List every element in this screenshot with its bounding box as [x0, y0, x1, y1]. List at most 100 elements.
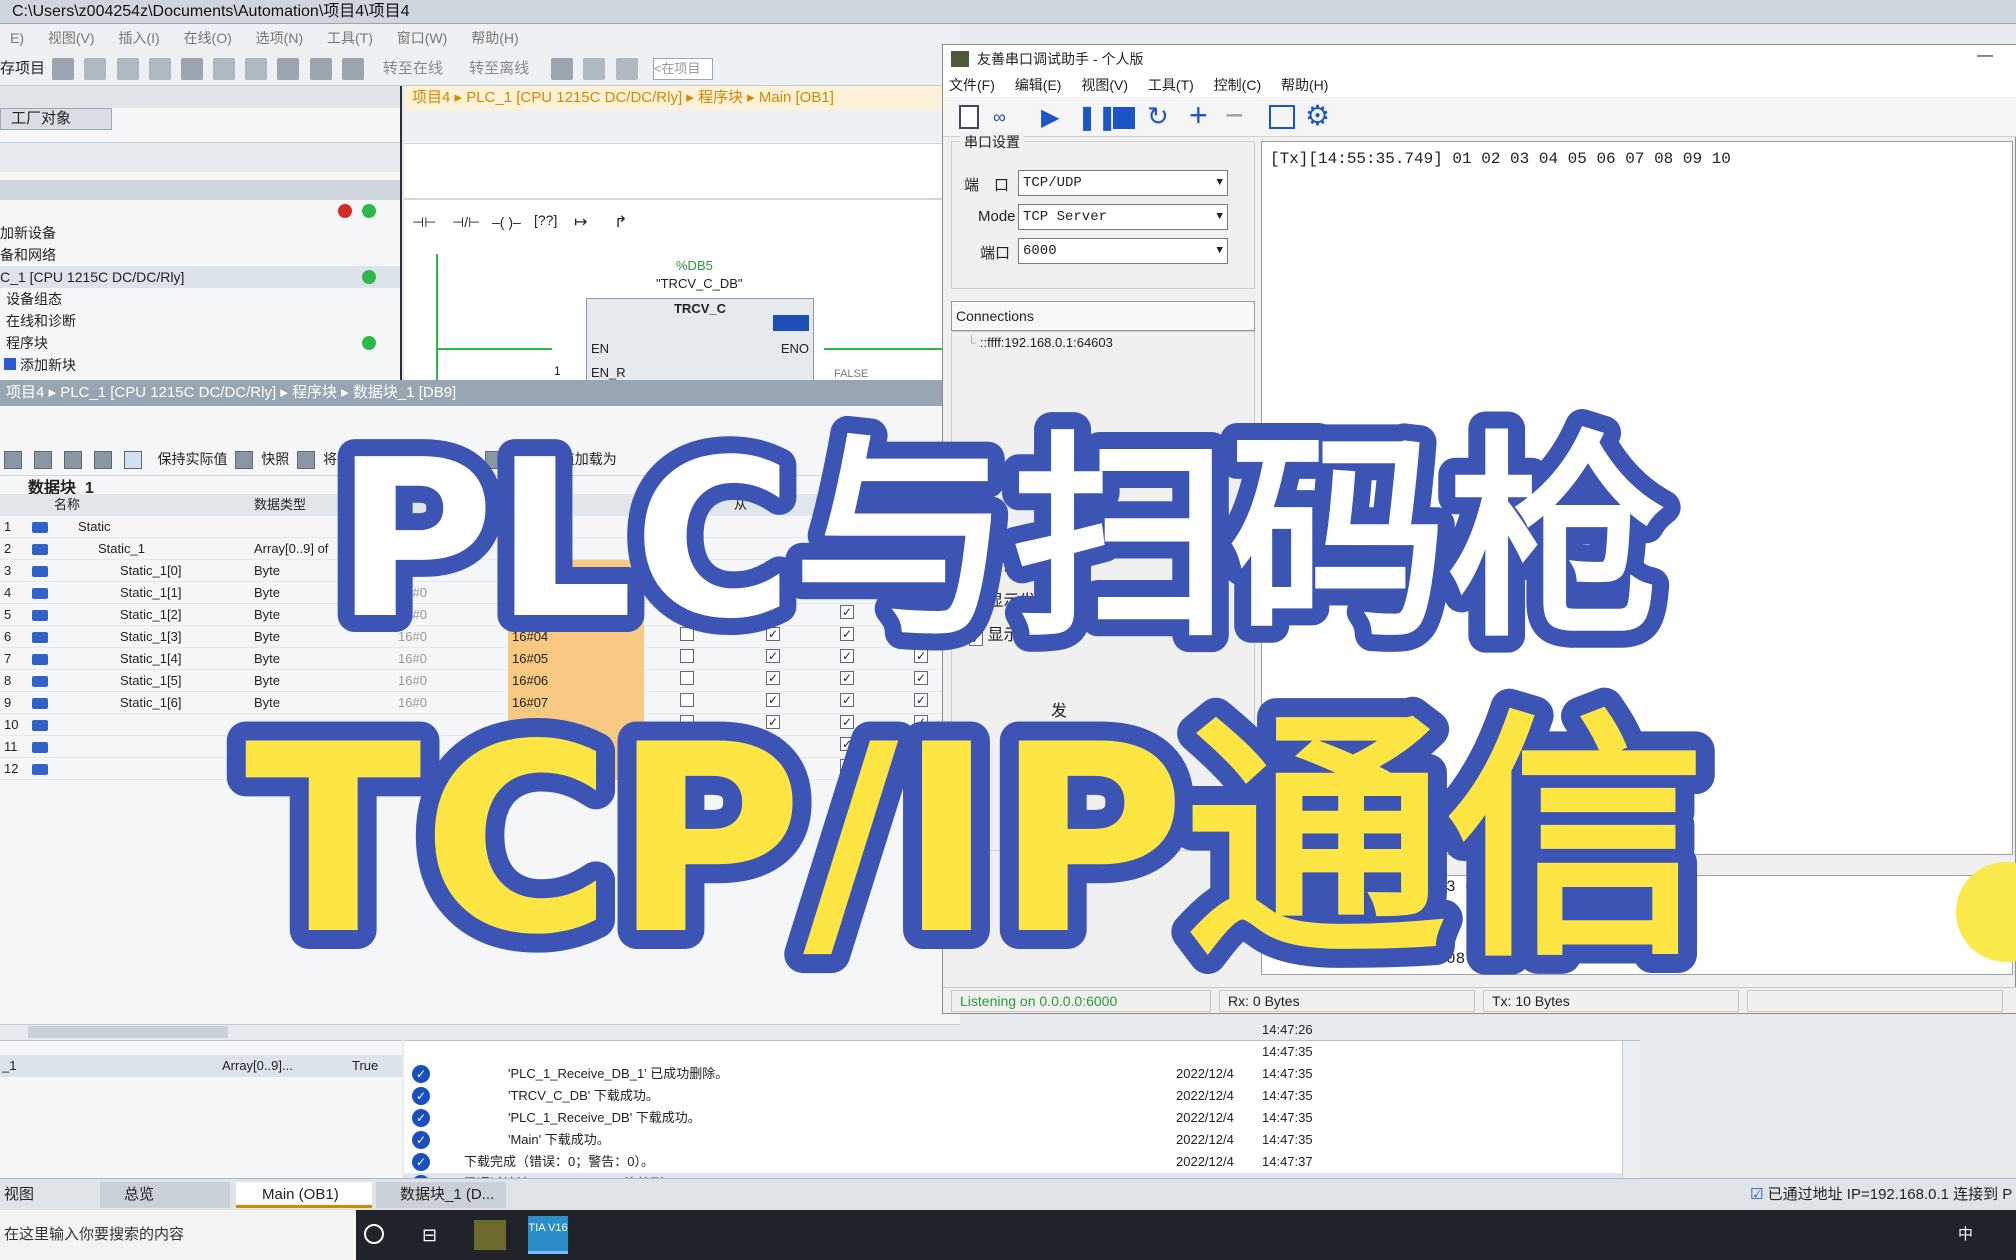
- opt-showtime[interactable]: 显示时间: [969, 621, 1051, 646]
- row-checkbox[interactable]: [766, 561, 780, 575]
- menu-edit[interactable]: E): [10, 30, 24, 46]
- snapshot-button[interactable]: 快照: [261, 451, 289, 467]
- row-checkbox[interactable]: [914, 649, 928, 663]
- pause-icon[interactable]: ❚❚: [1077, 103, 1117, 132]
- row-checkbox[interactable]: [914, 583, 928, 597]
- log-row[interactable]: 14:47:26: [404, 1019, 1640, 1041]
- menu-control[interactable]: 控制(C): [1214, 77, 1261, 93]
- go-online-button[interactable]: 转至在线: [383, 60, 443, 77]
- split-v-icon[interactable]: [615, 58, 638, 81]
- row-checkbox[interactable]: [914, 737, 928, 751]
- open-branch-icon[interactable]: ↦: [574, 212, 587, 232]
- table-row[interactable]: 4 Static_1[1] Byte 16#0: [0, 582, 960, 604]
- expand-icon[interactable]: [63, 451, 82, 470]
- log-row[interactable]: 14:47:35: [404, 1041, 1640, 1063]
- row-checkbox[interactable]: [766, 627, 780, 641]
- row-checkbox[interactable]: [766, 759, 780, 773]
- log-row[interactable]: ✓ 'TRCV_C_DB' 下载成功。 2022/12/4 14:47:35: [404, 1085, 1640, 1107]
- row-checkbox[interactable]: [766, 737, 780, 751]
- table-row[interactable]: 2 Static_1 Array[0..9] of: [0, 538, 960, 560]
- log-row[interactable]: ✓ 'PLC_1_Receive_DB' 下载成功。 2022/12/4 14:47:…: [404, 1107, 1640, 1129]
- table-row[interactable]: 10 16: [0, 714, 960, 736]
- row-checkbox[interactable]: [766, 649, 780, 663]
- table-row[interactable]: 8 Static_1[5] Byte 16#0 16#06: [0, 670, 960, 692]
- row-checkbox[interactable]: [680, 583, 694, 597]
- upload-icon[interactable]: [341, 58, 364, 81]
- save-project-button[interactable]: 存项目: [0, 60, 45, 77]
- row-checkbox[interactable]: [914, 759, 928, 773]
- cortana-icon[interactable]: [364, 1224, 384, 1244]
- row-checkbox[interactable]: [680, 737, 694, 751]
- coil-icon[interactable]: –( )–: [492, 214, 521, 230]
- collapse-icon[interactable]: [93, 451, 112, 470]
- showsend-checkbox[interactable]: [969, 598, 983, 612]
- tree-item-add-block[interactable]: 添加新块: [4, 354, 76, 376]
- row-checkbox[interactable]: [840, 561, 854, 575]
- undo-icon[interactable]: [213, 58, 236, 81]
- row-checkbox[interactable]: [766, 583, 780, 597]
- row-checkbox[interactable]: [680, 671, 694, 685]
- task-main[interactable]: Main (OB1): [236, 1182, 372, 1208]
- row-checkbox[interactable]: [680, 649, 694, 663]
- window-icon[interactable]: [1269, 105, 1295, 129]
- menu-view[interactable]: 视图(V): [48, 30, 95, 46]
- table-row[interactable]: 5 Static_1[2] Byte 16#0: [0, 604, 960, 626]
- log-row[interactable]: ✓ 'Main' 下载成功。 2022/12/4 14:47:35: [404, 1129, 1640, 1151]
- row-checkbox[interactable]: [840, 693, 854, 707]
- snapshot-icon[interactable]: [235, 451, 254, 470]
- col-name[interactable]: 名称: [54, 494, 80, 516]
- menu-view-s[interactable]: 视图(V): [1081, 77, 1128, 93]
- port-select[interactable]: TCP/UDP ▼: [1018, 170, 1228, 196]
- table-row[interactable]: 1 Static: [0, 516, 960, 538]
- menu-window[interactable]: 窗口(W): [397, 30, 448, 46]
- row-checkbox[interactable]: [680, 759, 694, 773]
- tree-item-devices-networks[interactable]: 备和网络: [0, 244, 56, 266]
- row-checkbox[interactable]: [840, 583, 854, 597]
- portal-view-button[interactable]: 视图: [4, 1179, 34, 1211]
- row-checkbox[interactable]: [680, 627, 694, 641]
- send-area[interactable]: 3 09 08 09 10: [1261, 875, 2013, 975]
- row-checkbox[interactable]: [914, 561, 928, 575]
- go-offline-button[interactable]: 转至离线: [469, 60, 529, 77]
- redo-icon[interactable]: [245, 58, 268, 81]
- row-checkbox[interactable]: [840, 759, 854, 773]
- trcv-block[interactable]: TRCV_C EN ENO EN_R: [586, 298, 814, 388]
- split-h-icon[interactable]: [583, 58, 606, 81]
- tree-item-device-config[interactable]: 设备组态: [6, 288, 62, 310]
- insert-row-icon[interactable]: [4, 451, 22, 470]
- task-db[interactable]: 数据块_1 (D...: [376, 1182, 506, 1208]
- compile-icon[interactable]: [277, 58, 300, 81]
- table-row[interactable]: 11: [0, 736, 960, 758]
- ime-indicator[interactable]: 中: [1958, 1210, 1973, 1260]
- load-start-button[interactable]: 将起始值加载为: [519, 451, 617, 467]
- autowrap-checkbox[interactable]: [969, 564, 983, 578]
- menu-file[interactable]: 文件(F): [949, 77, 995, 93]
- remove-icon[interactable]: −: [1225, 97, 1244, 134]
- row-checkbox[interactable]: [766, 605, 780, 619]
- settings-icon[interactable]: ⚙: [1305, 99, 1330, 132]
- add-row-icon[interactable]: [33, 451, 52, 470]
- row-checkbox[interactable]: [914, 627, 928, 641]
- menu-help-s[interactable]: 帮助(H): [1281, 77, 1328, 93]
- row-checkbox[interactable]: [914, 715, 928, 729]
- row-checkbox[interactable]: [680, 693, 694, 707]
- paste-icon[interactable]: [148, 58, 171, 81]
- row-checkbox[interactable]: [680, 605, 694, 619]
- menu-insert[interactable]: 插入(I): [118, 30, 159, 46]
- copy-snapshot-icon[interactable]: [297, 451, 316, 470]
- opt-showsend[interactable]: 显示发送: [969, 587, 1051, 612]
- row-checkbox[interactable]: [766, 671, 780, 685]
- table-row[interactable]: 7 Static_1[4] Byte 16#0 16#05: [0, 648, 960, 670]
- record-icon[interactable]: ∞: [993, 107, 1006, 128]
- task-view-icon[interactable]: ⊟: [422, 1210, 437, 1260]
- stop-icon[interactable]: [1113, 107, 1135, 129]
- col-start[interactable]: 起始值: [510, 494, 549, 516]
- portnum-select[interactable]: 6000 ▼: [1018, 238, 1228, 264]
- horizontal-scrollbar[interactable]: [28, 1026, 228, 1038]
- project-search-input[interactable]: <在项目: [652, 58, 713, 81]
- play-icon[interactable]: ▶: [1041, 103, 1059, 132]
- table-row[interactable]: 12: [0, 758, 960, 780]
- menu-tools-s[interactable]: 工具(T): [1148, 77, 1194, 93]
- monitor-icon[interactable]: [123, 451, 142, 470]
- close-branch-icon[interactable]: ↱: [614, 212, 627, 232]
